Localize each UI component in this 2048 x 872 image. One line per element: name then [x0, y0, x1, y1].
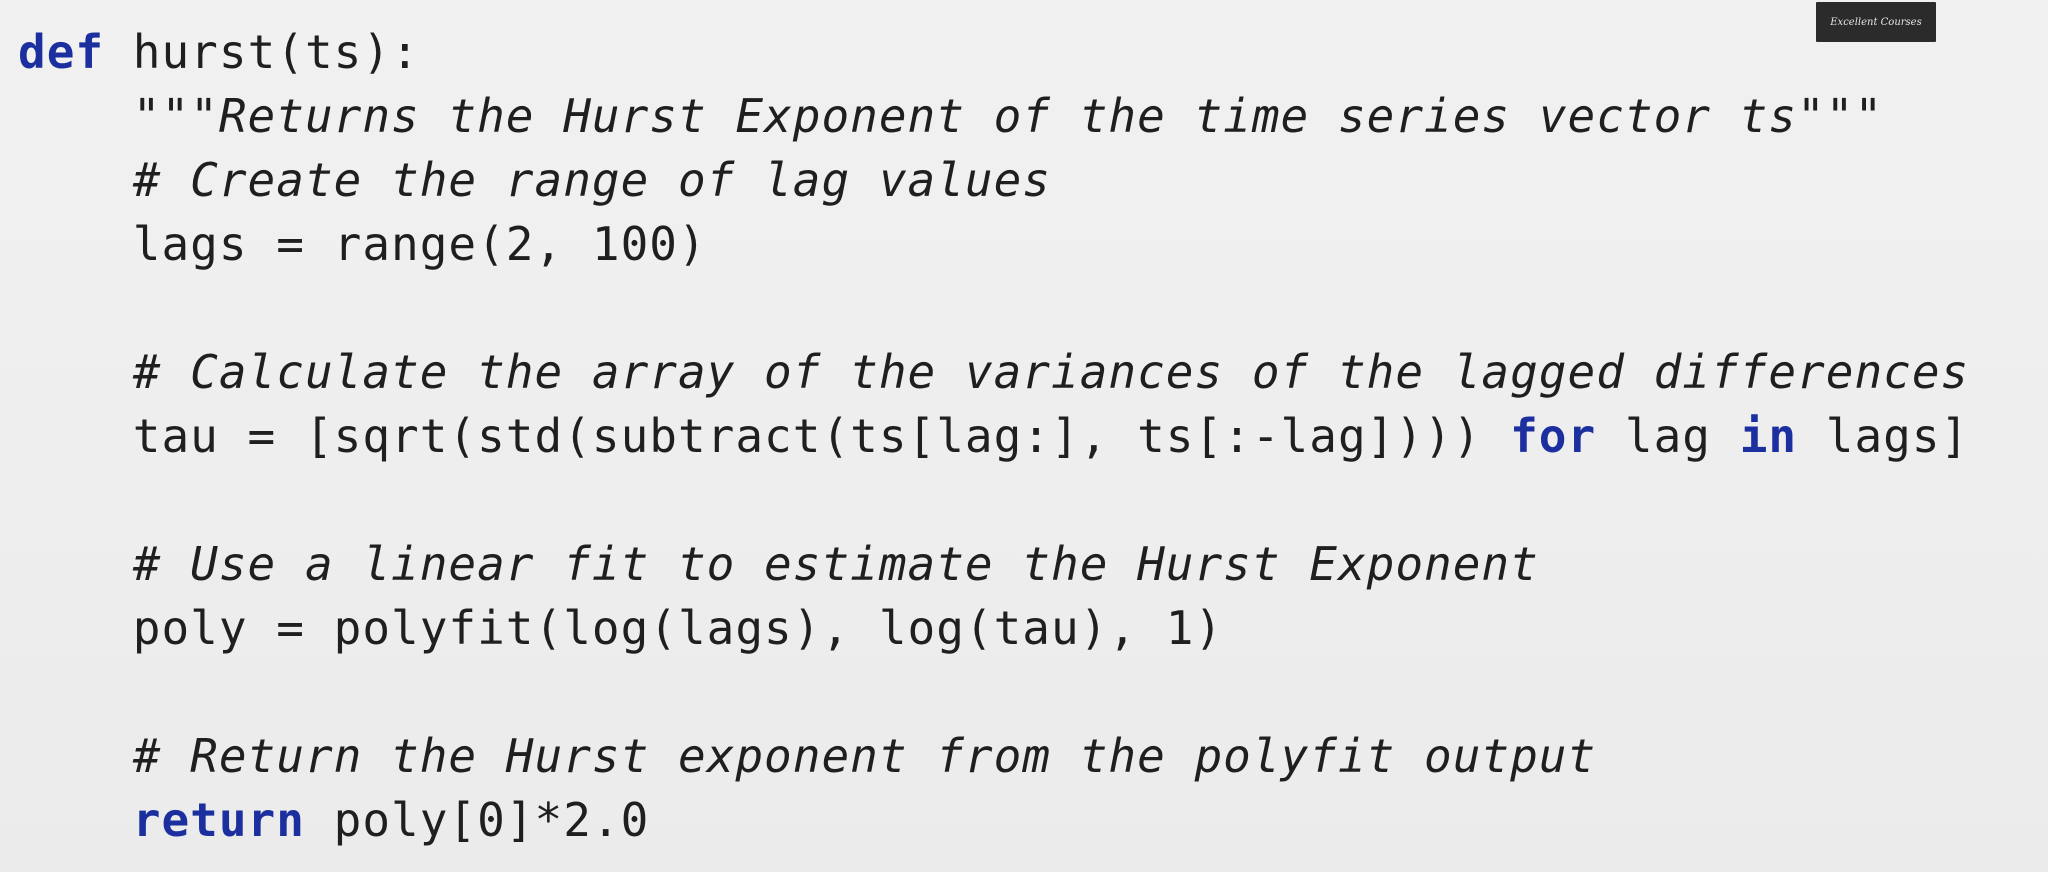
in-keyword: in	[1739, 409, 1798, 463]
return-keyword: return	[132, 793, 305, 847]
code-line-comment-fit: # Use a linear fit to estimate the Hurst…	[18, 532, 1539, 596]
code-line-def: def hurst(ts):	[18, 20, 420, 84]
code-line-comment-variances: # Calculate the array of the variances o…	[18, 340, 1969, 404]
docstring: """Returns the Hurst Exponent of the tim…	[132, 89, 1884, 143]
code-block: def hurst(ts): """Returns the Hurst Expo…	[0, 0, 2048, 872]
statement: lags = range(2, 100)	[132, 217, 707, 271]
code-line-tau: tau = [sqrt(std(subtract(ts[lag:], ts[:-…	[18, 404, 1969, 468]
statement: poly = polyfit(log(lags), log(tau), 1)	[132, 601, 1224, 655]
code-line-docstring: """Returns the Hurst Exponent of the tim…	[18, 84, 1883, 148]
comment: # Calculate the array of the variances o…	[132, 345, 1970, 399]
comment: # Create the range of lag values	[132, 153, 1051, 207]
code-line-return: return poly[0]*2.0	[18, 788, 649, 852]
statement-part: tau = [sqrt(std(subtract(ts[lag:], ts[:-…	[132, 409, 1511, 463]
code-line-lags: lags = range(2, 100)	[18, 212, 707, 276]
slide-canvas: def hurst(ts): """Returns the Hurst Expo…	[0, 0, 2048, 872]
comment: # Return the Hurst exponent from the pol…	[132, 729, 1597, 783]
function-signature: hurst(ts):	[104, 25, 420, 79]
watermark-badge: Excellent Courses	[1816, 2, 1936, 42]
code-line-comment-return: # Return the Hurst exponent from the pol…	[18, 724, 1596, 788]
def-keyword: def	[18, 25, 105, 79]
watermark-text: Excellent Courses	[1830, 16, 1922, 28]
comment: # Use a linear fit to estimate the Hurst…	[132, 537, 1539, 591]
return-expression: poly[0]*2.0	[304, 793, 650, 847]
statement-part: lags]	[1797, 409, 1970, 463]
statement-part: lag	[1596, 409, 1740, 463]
code-line-poly: poly = polyfit(log(lags), log(tau), 1)	[18, 596, 1223, 660]
for-keyword: for	[1510, 409, 1597, 463]
code-line-comment-lags: # Create the range of lag values	[18, 148, 1051, 212]
